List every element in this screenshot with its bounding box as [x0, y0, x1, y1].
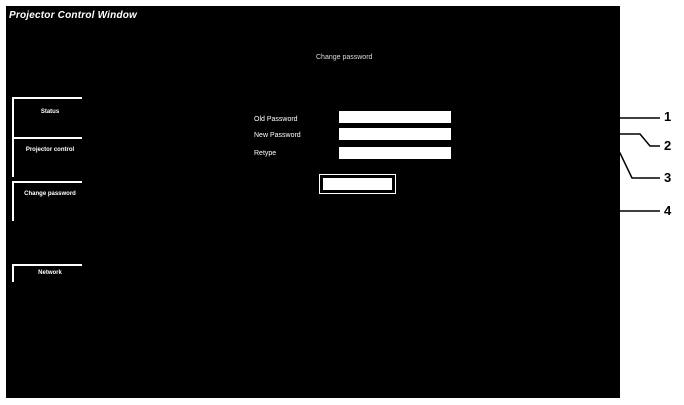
callout-lines	[359, 117, 660, 212]
callout-line-4	[359, 194, 660, 212]
callout-line-3	[452, 152, 660, 179]
callout-line-2	[452, 133, 660, 147]
callout-number-1: 1	[664, 109, 672, 124]
callout-number-2: 2	[664, 138, 672, 153]
callout-number-3: 3	[664, 170, 672, 185]
callout-number-4: 4	[664, 203, 672, 218]
